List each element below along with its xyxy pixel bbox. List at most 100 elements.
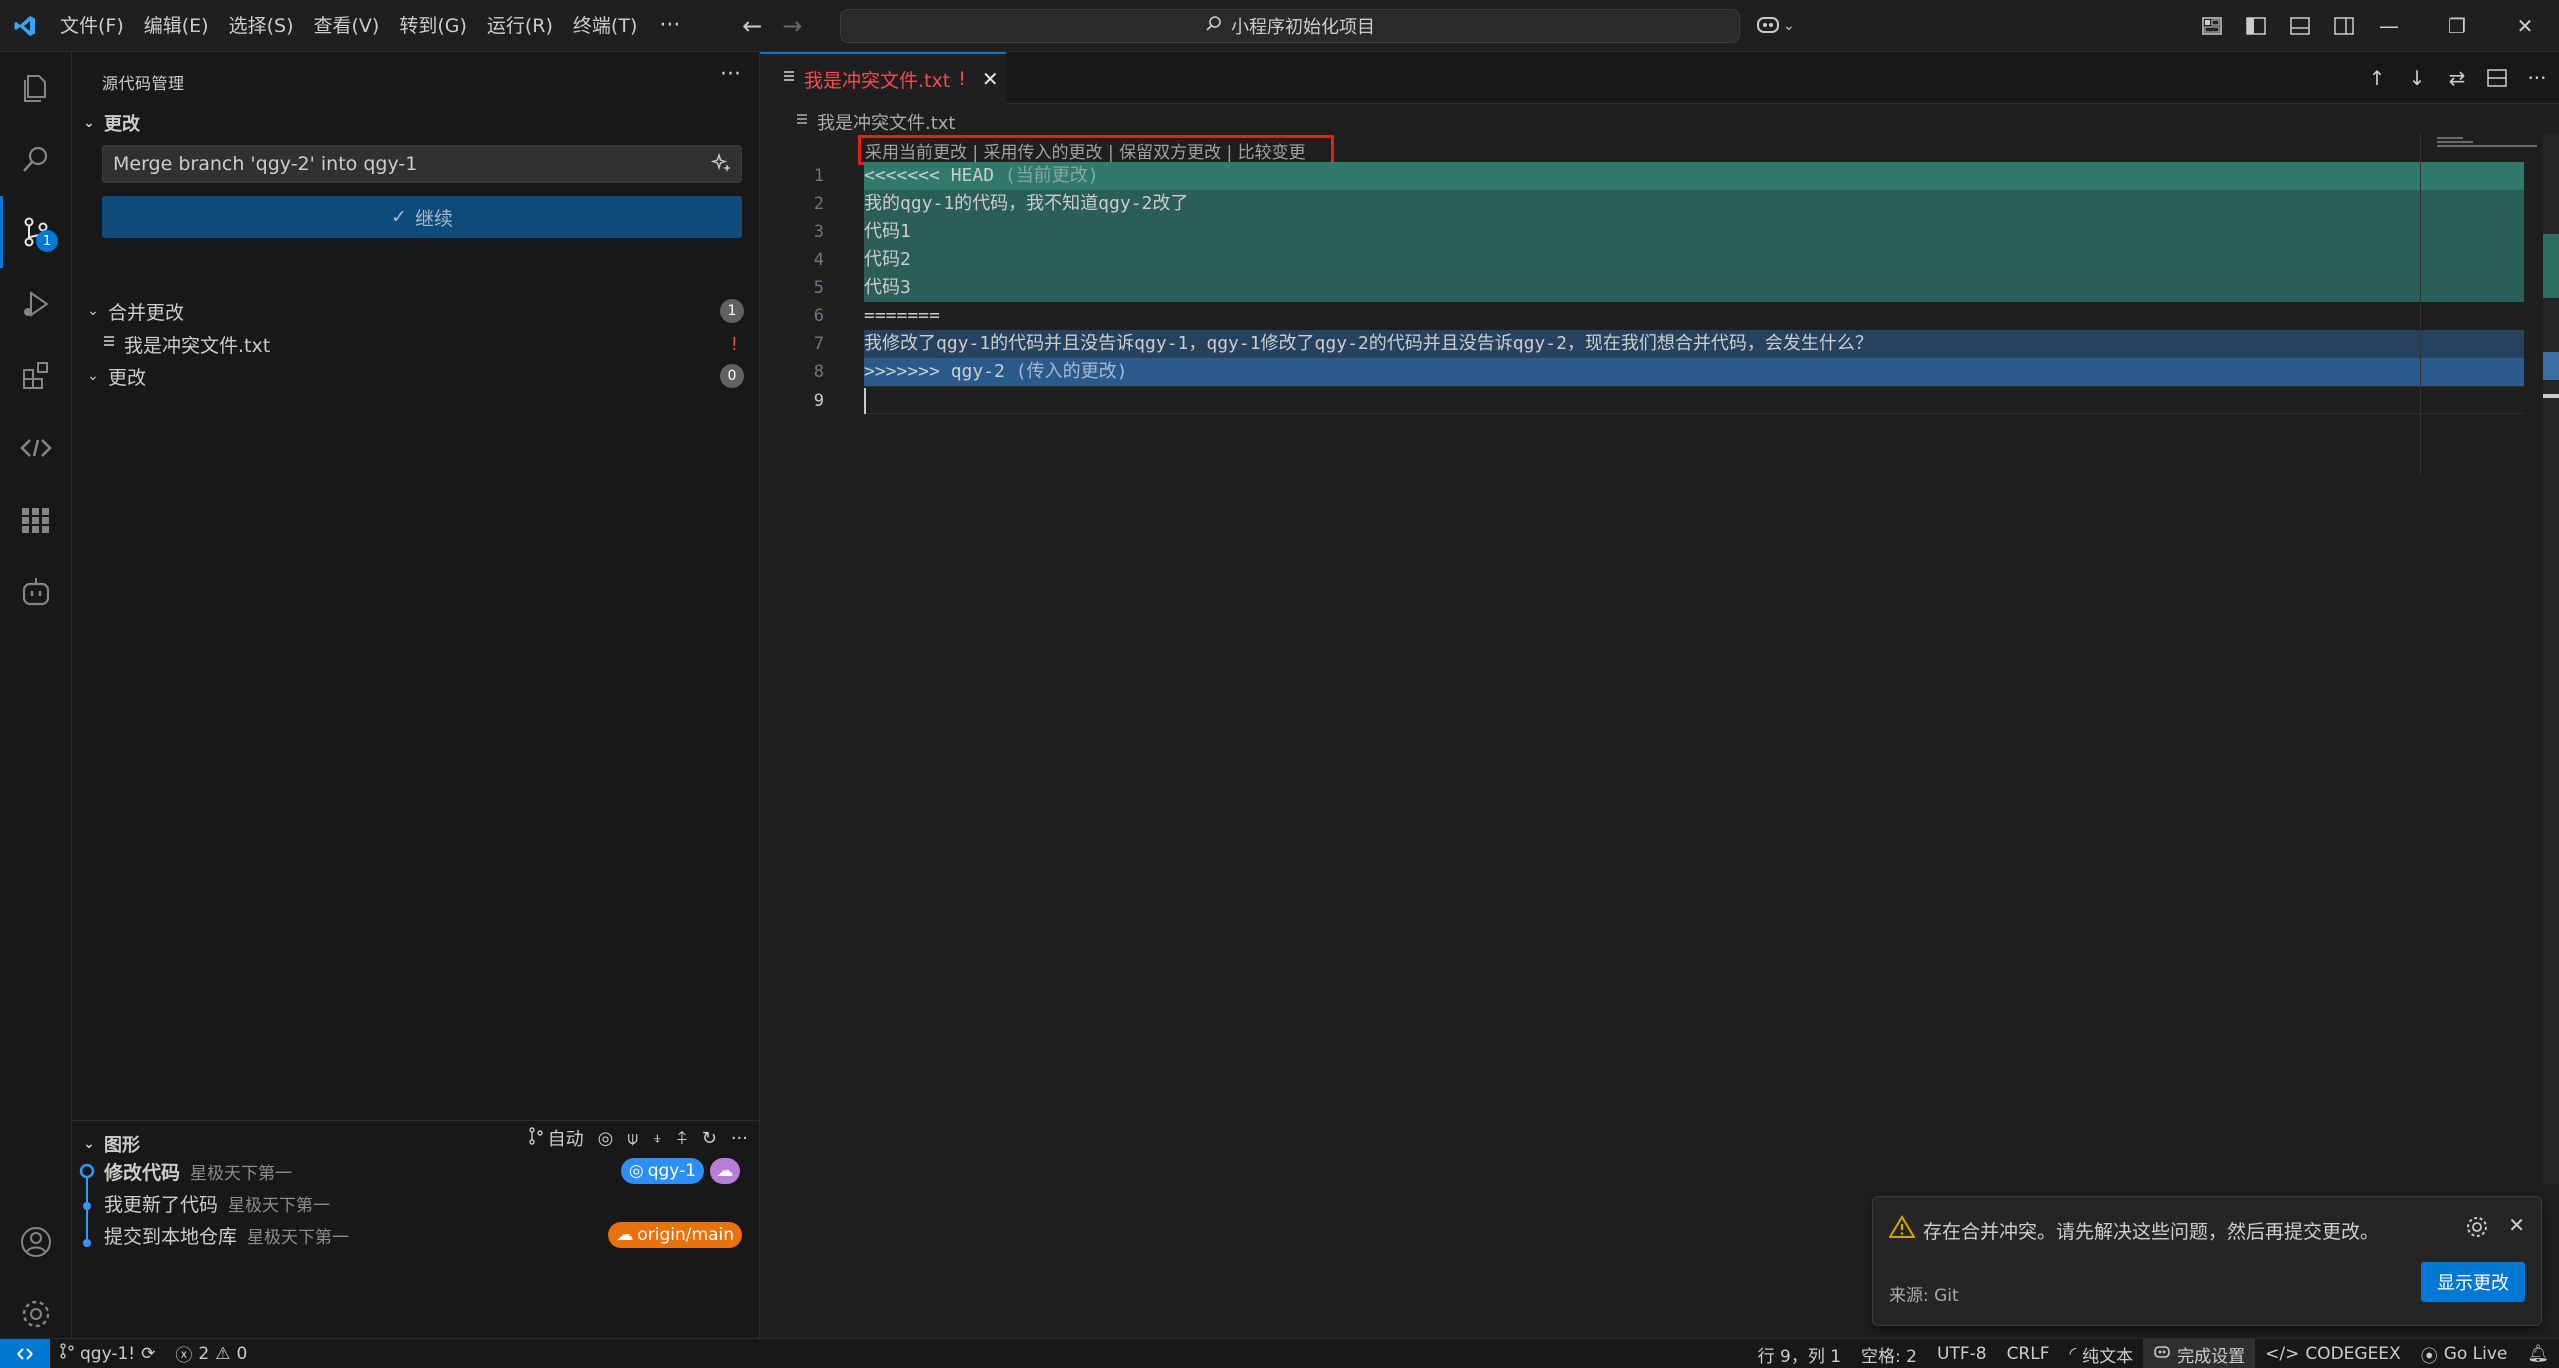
apps-grid-icon[interactable] <box>0 484 72 556</box>
source-control-sidebar: 源代码管理 ··· ⌄ 更改 Merge branch 'qgy-2' into… <box>72 52 760 1338</box>
close-tab-icon[interactable]: ✕ <box>982 67 999 91</box>
open-changes-icon[interactable]: ⇄ <box>2445 62 2469 94</box>
line-text: 代码1 <box>864 221 911 242</box>
toggle-primary-sidebar-icon[interactable] <box>2242 10 2270 42</box>
graph-commit-row[interactable]: 修改代码 星极天下第一 ◎ qgy-1 ☁ <box>72 1155 760 1187</box>
notifications-bell-icon[interactable]: 🔔︎ <box>2517 1339 2559 1368</box>
tab-conflict-file[interactable]: 我是冲突文件.txt ! ✕ <box>760 52 1006 104</box>
code-line: 5 代码3 <box>814 274 2524 302</box>
more-menus-icon[interactable]: ··· <box>647 13 692 38</box>
command-center-search[interactable]: 小程序初始化项目 <box>840 9 1740 43</box>
customize-layout-icon[interactable] <box>2198 10 2226 42</box>
line-text: 我的qgy-1的代码，我不知道qgy-2改了 <box>864 193 1189 214</box>
indentation[interactable]: 空格: 2 <box>1851 1339 1927 1368</box>
breadcrumb[interactable]: 我是冲突文件.txt <box>795 109 956 135</box>
sync-icon[interactable]: ⟳ <box>141 1344 155 1364</box>
codegeex-icon[interactable] <box>0 412 72 484</box>
extensions-icon[interactable] <box>0 340 72 412</box>
commit-author: 星极天下第一 <box>228 1195 331 1216</box>
code-line: 3 代码1 <box>814 218 2524 246</box>
next-conflict-icon[interactable]: ↓ <box>2405 62 2429 94</box>
chevron-down-icon: ⌄ <box>1783 18 1795 34</box>
forward-arrow-icon[interactable]: → <box>772 0 812 52</box>
line-ending[interactable]: CRLF <box>1997 1339 2060 1368</box>
minimize-icon[interactable]: — <box>2355 0 2423 52</box>
search-view-icon[interactable] <box>0 124 72 196</box>
warning-icon: ⚠ <box>215 1343 231 1364</box>
run-debug-icon[interactable] <box>0 268 72 340</box>
encoding[interactable]: UTF-8 <box>1927 1339 1997 1368</box>
close-window-icon[interactable]: ✕ <box>2491 0 2559 52</box>
continue-commit-button[interactable]: ✓ 继续 <box>102 196 742 238</box>
problems-status[interactable]: ⓧ 2 ⚠ 0 <box>165 1339 257 1368</box>
fetch-icon[interactable]: ⍦ <box>627 1128 638 1149</box>
push-icon[interactable]: ⍏ <box>677 1128 688 1149</box>
show-changes-button[interactable]: 显示更改 <box>2421 1262 2525 1302</box>
language-mode[interactable]: ◜ 纯文本 <box>2060 1339 2144 1368</box>
graph-header[interactable]: ⌄ 图形 <box>80 1131 140 1157</box>
target-icon: ◎ <box>628 1161 644 1181</box>
more-actions-icon[interactable]: ··· <box>720 62 741 87</box>
graph-commit-row[interactable]: 我更新了代码 星极天下第一 <box>72 1187 760 1219</box>
robot-icon[interactable] <box>0 556 72 628</box>
merge-codelens-actions[interactable]: 采用当前更改 | 采用传入的更改 | 保留双方更改 | 比较变更 <box>858 135 1334 165</box>
toggle-secondary-sidebar-icon[interactable] <box>2330 10 2358 42</box>
branch-auto-button[interactable]: 自动 <box>528 1125 584 1151</box>
file-lines-icon <box>795 112 809 133</box>
editor-more-icon[interactable]: ··· <box>2525 62 2549 94</box>
menu-edit[interactable]: 编辑(E) <box>134 0 219 52</box>
menu-go[interactable]: 转到(G) <box>389 0 477 52</box>
commit-message-input[interactable]: Merge branch 'qgy-2' into qgy-1 <box>102 145 742 183</box>
codegeex-status[interactable]: </> CODEGEEX <box>2255 1339 2411 1368</box>
account-icon[interactable] <box>0 1206 72 1278</box>
merge-changes-group[interactable]: ⌄ 合并更改 1 <box>84 295 744 327</box>
local-branch-label: qgy-1 <box>647 1161 696 1181</box>
target-icon[interactable]: ◎ <box>598 1128 614 1149</box>
line-number: 2 <box>813 194 824 214</box>
menu-run[interactable]: 运行(R) <box>477 0 563 52</box>
split-editor-icon[interactable] <box>2485 62 2509 94</box>
git-branch-icon <box>528 1126 544 1150</box>
source-control-icon[interactable] <box>0 196 72 268</box>
vertical-scrollbar[interactable] <box>2543 134 2559 1184</box>
notification-settings-icon[interactable] <box>2465 1215 2489 1244</box>
code-line: 1 <<<<<<< HEAD (当前更改) <box>814 162 2524 190</box>
remote-branch-ref: ☁ origin/main <box>608 1222 742 1248</box>
changes-section-header[interactable]: ⌄ 更改 <box>80 110 140 136</box>
restore-icon[interactable]: ❐ <box>2423 0 2491 52</box>
graph-more-icon[interactable]: ··· <box>731 1128 748 1149</box>
cursor-position[interactable]: 行 9，列 1 <box>1748 1339 1851 1368</box>
menu-terminal[interactable]: 终端(T) <box>563 0 647 52</box>
refresh-icon[interactable]: ↻ <box>702 1128 717 1149</box>
copilot-menu[interactable]: ⌄ <box>1755 10 1795 42</box>
sparkle-generate-icon[interactable] <box>710 152 733 179</box>
menu-view[interactable]: 查看(V) <box>304 0 390 52</box>
line-text: <<<<<<< HEAD (当前更改) <box>864 165 1099 186</box>
explorer-icon[interactable] <box>0 52 72 124</box>
chevron-down-icon: ⌄ <box>83 115 95 131</box>
title-bar: 文件(F) 编辑(E) 选择(S) 查看(V) 转到(G) 运行(R) 终端(T… <box>0 0 2559 52</box>
copilot-status[interactable]: 完成设置 <box>2143 1339 2256 1368</box>
menu-file[interactable]: 文件(F) <box>50 0 134 52</box>
go-live-status[interactable]: ⦿ Go Live <box>2411 1339 2518 1368</box>
conflict-file-item[interactable]: 我是冲突文件.txt ! <box>102 328 744 360</box>
previous-conflict-icon[interactable]: ↑ <box>2365 62 2389 94</box>
menu-selection[interactable]: 选择(S) <box>219 0 304 52</box>
minimap[interactable] <box>2433 134 2541 1234</box>
remote-indicator-icon[interactable] <box>0 1338 50 1368</box>
status-bar: qgy-1! ⟳ ⓧ 2 ⚠ 0 行 9，列 1 空格: 2 UTF-8 CRL… <box>0 1338 2559 1368</box>
notification-close-icon[interactable]: ✕ <box>2508 1213 2525 1237</box>
tab-conflict-status: ! <box>958 68 966 90</box>
file-lines-icon <box>782 68 796 90</box>
line-number: 6 <box>813 306 824 326</box>
branch-status[interactable]: qgy-1! ⟳ <box>50 1339 165 1368</box>
graph-commit-row[interactable]: 提交到本地仓库 星极天下第一 ☁ origin/main <box>72 1219 760 1251</box>
scrollbar-current-marker <box>2543 234 2559 298</box>
pull-icon[interactable]: ⍖ <box>652 1128 663 1149</box>
code-line: 8 >>>>>>> qgy-2 (传入的更改) <box>814 358 2524 386</box>
back-arrow-icon[interactable]: ← <box>732 0 772 52</box>
toggle-panel-icon[interactable] <box>2286 10 2314 42</box>
changes-group[interactable]: ⌄ 更改 0 <box>84 360 744 392</box>
line-text: 我修改了qgy-1的代码并且没告诉qgy-1，qgy-1修改了qgy-2的代码并… <box>864 333 1873 354</box>
error-icon: ⓧ <box>175 1346 193 1366</box>
